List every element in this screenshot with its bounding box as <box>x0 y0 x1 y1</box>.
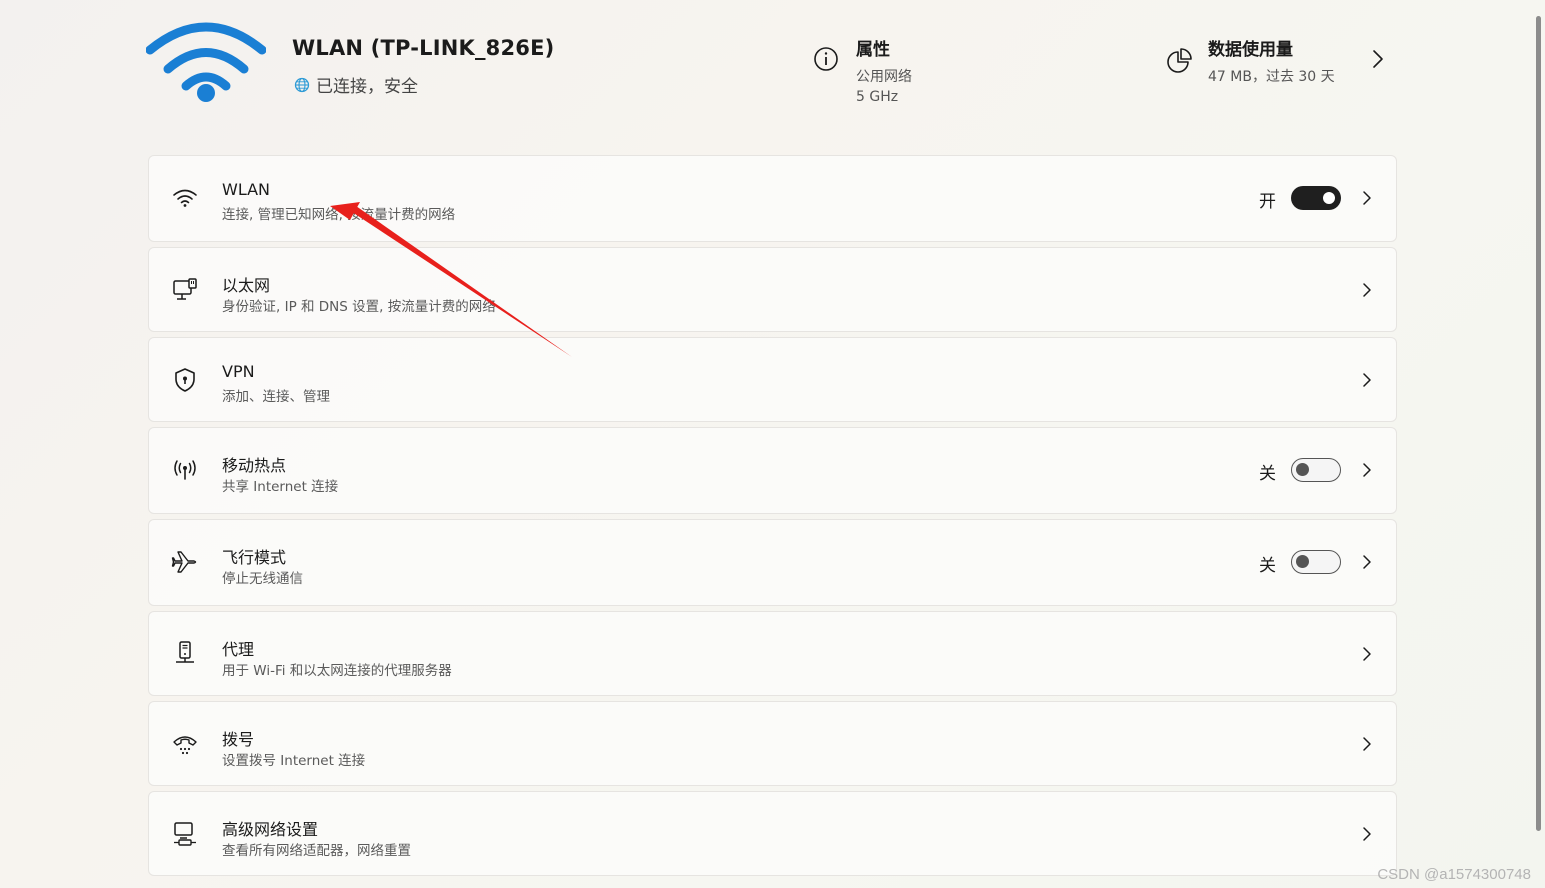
data-usage-title: 数据使用量 <box>1208 40 1293 60</box>
network-settings-list: WLAN 连接, 管理已知网络, 按流量计费的网络 开 以太网 身份验证, IP… <box>148 155 1397 881</box>
toggle-state-label: 关 <box>1259 556 1276 576</box>
pie-chart-icon <box>1167 48 1192 73</box>
toggle-knob <box>1296 555 1309 568</box>
chevron-right-icon <box>1363 191 1371 205</box>
chevron-right-icon <box>1363 373 1371 387</box>
row-subtitle: 停止无线通信 <box>222 571 303 587</box>
toggle-knob <box>1296 463 1309 476</box>
row-subtitle: 用于 Wi-Fi 和以太网连接的代理服务器 <box>222 663 452 679</box>
chevron-right-icon <box>1363 827 1371 841</box>
settings-row-advanced-network[interactable]: 高级网络设置 查看所有网络适配器，网络重置 <box>148 791 1397 876</box>
settings-row-airplane-mode[interactable]: 飞行模式 停止无线通信 关 <box>148 519 1397 606</box>
chevron-right-icon <box>1363 647 1371 661</box>
settings-row-wlan[interactable]: WLAN 连接, 管理已知网络, 按流量计费的网络 开 <box>148 155 1397 242</box>
connection-status: 已连接，安全 <box>294 72 418 97</box>
dialup-icon <box>173 736 197 755</box>
properties-title: 属性 <box>856 40 890 60</box>
row-title: 代理 <box>222 640 255 659</box>
chevron-right-icon <box>1363 555 1371 569</box>
row-subtitle: 设置拨号 Internet 连接 <box>222 753 366 769</box>
row-title: 移动热点 <box>222 456 287 475</box>
row-title: WLAN <box>222 180 271 199</box>
row-title: 高级网络设置 <box>222 820 319 839</box>
watermark: CSDN @a1574300748 <box>1377 866 1531 883</box>
row-subtitle: 共享 Internet 连接 <box>222 479 339 495</box>
airplane-icon <box>171 551 197 573</box>
chevron-right-icon[interactable] <box>1370 48 1386 70</box>
row-title: VPN <box>222 362 255 381</box>
properties-link[interactable]: 属性 公用网络 5 GHz <box>812 35 912 105</box>
network-profile: 公用网络 <box>856 69 912 85</box>
shield-icon <box>175 368 195 392</box>
chevron-right-icon <box>1363 283 1371 297</box>
data-usage-detail: 47 MB，过去 30 天 <box>1208 69 1335 85</box>
mobile-hotspot-toggle[interactable] <box>1291 458 1341 482</box>
info-icon <box>814 47 838 71</box>
network-name: WLAN (TP-LINK_826E) <box>292 36 555 60</box>
wifi-connected-icon <box>146 22 266 102</box>
connection-status-text: 已连接，安全 <box>316 77 418 97</box>
advanced-network-icon <box>174 822 196 846</box>
settings-row-dialup[interactable]: 拨号 设置拨号 Internet 连接 <box>148 701 1397 786</box>
settings-row-ethernet[interactable]: 以太网 身份验证, IP 和 DNS 设置, 按流量计费的网络 <box>148 247 1397 332</box>
data-usage-link[interactable]: 数据使用量 47 MB，过去 30 天 <box>1165 35 1335 86</box>
chevron-right-icon <box>1363 463 1371 477</box>
wlan-toggle[interactable] <box>1291 186 1341 210</box>
network-band: 5 GHz <box>856 89 899 105</box>
row-title: 以太网 <box>222 276 271 295</box>
row-title: 拨号 <box>222 730 255 749</box>
toggle-state-label: 开 <box>1259 192 1276 212</box>
settings-row-proxy[interactable]: 代理 用于 Wi-Fi 和以太网连接的代理服务器 <box>148 611 1397 696</box>
wifi-icon <box>173 189 197 207</box>
row-subtitle: 查看所有网络适配器，网络重置 <box>222 843 411 859</box>
network-header: WLAN (TP-LINK_826E) 已连接，安全 属性 公用网络 5 GHz <box>0 0 1545 130</box>
toggle-state-label: 关 <box>1259 464 1276 484</box>
row-title: 飞行模式 <box>222 548 287 567</box>
row-subtitle: 添加、连接、管理 <box>222 389 330 405</box>
proxy-icon <box>176 641 194 663</box>
toggle-knob <box>1323 192 1335 204</box>
row-subtitle: 连接, 管理已知网络, 按流量计费的网络 <box>222 207 456 223</box>
airplane-mode-toggle[interactable] <box>1291 550 1341 574</box>
row-subtitle: 身份验证, IP 和 DNS 设置, 按流量计费的网络 <box>222 299 496 315</box>
hotspot-icon <box>174 460 196 480</box>
chevron-right-icon <box>1363 737 1371 751</box>
vertical-scrollbar[interactable] <box>1536 16 1541 831</box>
ethernet-icon <box>173 278 197 300</box>
settings-row-vpn[interactable]: VPN 添加、连接、管理 <box>148 337 1397 422</box>
globe-icon <box>294 77 310 92</box>
settings-row-mobile-hotspot[interactable]: 移动热点 共享 Internet 连接 关 <box>148 427 1397 514</box>
